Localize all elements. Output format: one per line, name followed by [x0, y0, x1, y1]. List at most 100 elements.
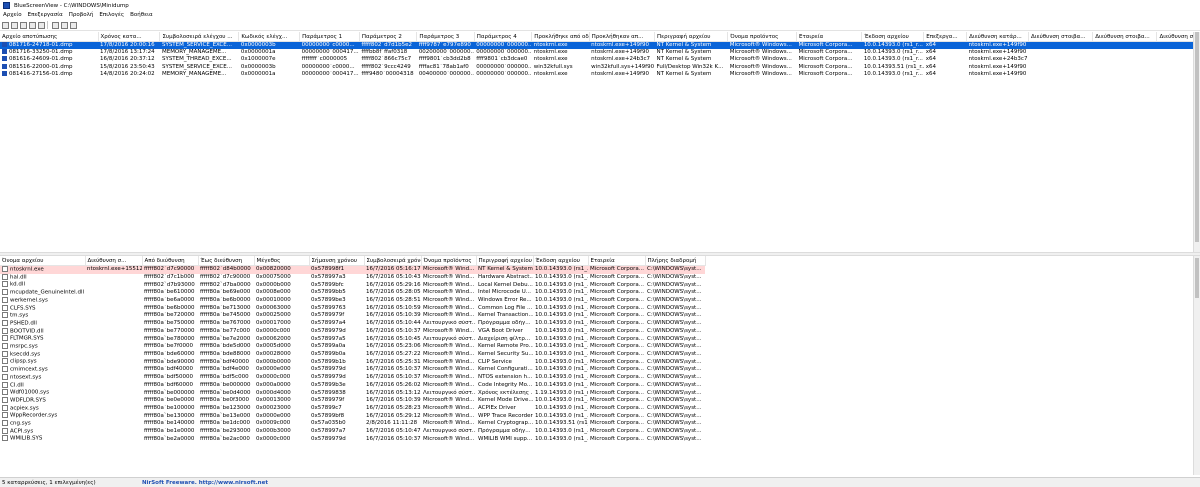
table-row[interactable]: kd.dll fffff802`d7b93000 fffff802`d7ba0000…	[0, 281, 705, 289]
table-row[interactable]: ksecdd.sys fffff80a`bde60000 fffff80a`bde8…	[0, 350, 705, 359]
column-header[interactable]: Εταιρεία	[588, 256, 646, 266]
table-row[interactable]: Wdf01000.sys fffff80a`be000000 fffff80a`be…	[0, 389, 705, 397]
table-cell-text: 081716-24718-01.dmp	[9, 42, 73, 48]
column-header[interactable]: Διεύθυνση στοιβα...	[1092, 32, 1158, 42]
column-header[interactable]: Πλήρης διαδρομή	[645, 256, 706, 266]
table-cell	[1157, 71, 1194, 78]
table-row[interactable]: WMILIB.SYS fffff80a`be2a0000 fffff80a`be2a…	[0, 435, 705, 443]
driver-list-scrollbar[interactable]	[1193, 256, 1200, 475]
menu-edit[interactable]: Επεξεργασία	[25, 12, 66, 18]
table-cell: x64	[925, 49, 937, 56]
column-header[interactable]: Αρχείο αποτύπωσης	[0, 32, 99, 42]
column-header[interactable]: Κωδικός ελέγχ...	[238, 32, 301, 42]
column-header[interactable]: Περιγραφή αρχείου	[476, 256, 534, 266]
table-cell-text: WDFLDR.SYS	[10, 397, 46, 404]
column-header[interactable]: Όνομα προϊόντος	[727, 32, 797, 42]
table-row[interactable]: 081716-24718-01.dmp 17/8/2016 20:00:16 SYS…	[0, 41, 1194, 50]
menu-file[interactable]: Αρχείο	[0, 12, 25, 18]
table-row[interactable]: PSHED.dll fffff80a`be750000 fffff80a`be767…	[0, 319, 705, 328]
column-header[interactable]: Προκλήθηκε από οδηγ...	[531, 32, 590, 42]
column-header[interactable]: Παράμετρος 2	[359, 32, 418, 42]
column-header[interactable]: Διεύθυνση στοιβα...	[1028, 32, 1094, 42]
table-cell-text: cng.sys	[10, 420, 31, 427]
menu-help[interactable]: Βοήθεια	[127, 12, 155, 18]
table-row[interactable]: BOOTVID.dll fffff80a`be770000 fffff80a`be7…	[0, 327, 705, 336]
table-row[interactable]: cng.sys fffff80a`be140000 fffff80a`be1dc00…	[0, 420, 705, 428]
table-row[interactable]: FLTMGR.SYS fffff80a`be780000 fffff80a`be7e…	[0, 335, 705, 343]
table-cell: 0x578997a5	[311, 335, 346, 342]
table-cell: clipsp.sys	[0, 358, 85, 366]
column-header[interactable]: Όνομα αρχείου	[0, 256, 86, 266]
column-header[interactable]: Παράμετρος 1	[299, 32, 360, 42]
table-row[interactable]: tm.sys fffff80a`be720000 fffff80a`be745000…	[0, 312, 705, 320]
column-header[interactable]: Διεύθυνση στοιβα...	[1156, 32, 1194, 42]
table-cell: Microsoft Corpora...	[590, 327, 644, 334]
crash-list-scroll-thumb[interactable]	[1195, 32, 1199, 242]
copy-icon[interactable]	[29, 21, 36, 29]
table-row[interactable]: ntoskrnl.exe ntoskrnl.exe+155129 fffff802`…	[0, 265, 705, 274]
table-cell	[85, 435, 142, 443]
table-cell: 0x57899be3	[311, 297, 346, 304]
table-cell	[85, 405, 142, 413]
table-cell: WDFLDR.SYS	[0, 396, 85, 405]
column-header[interactable]: Εταιρεία	[796, 32, 863, 42]
table-row[interactable]: cmimcext.sys fffff80a`bdf40000 fffff80a`bd…	[0, 366, 705, 374]
nirsoft-link[interactable]: NirSoft Freeware. http://www.nirsoft.net	[142, 480, 268, 486]
table-row[interactable]: werkernel.sys fffff80a`be6a0000 fffff80a`b…	[0, 296, 705, 305]
column-header[interactable]: Διεύθυνση σ...	[85, 256, 143, 266]
table-row[interactable]: CI.dll fffff80a`bdf60000 fffff80a`be000000…	[0, 381, 705, 390]
column-header[interactable]: Συμβολοσειρά χρόνου	[364, 256, 422, 266]
column-header[interactable]: Έκδοση αρχείου	[861, 32, 925, 42]
search-icon[interactable]	[61, 21, 68, 29]
crash-list[interactable]: Αρχείο αποτύπωσης Χρόνος κατα... Συμβολοσε…	[0, 32, 1194, 252]
column-header[interactable]: Χρόνος κατα...	[98, 32, 161, 42]
column-header[interactable]: Παράμετρος 3	[416, 32, 475, 42]
table-row[interactable]: ACPI.sys fffff80a`be1e0000 fffff80a`be2930…	[0, 427, 705, 436]
table-row[interactable]: msrpc.sys fffff80a`be7f0000 fffff80a`bde5d…	[0, 343, 705, 351]
driver-list[interactable]: Όνομα αρχείου Διεύθυνση σ... Από διεύθυνση…	[0, 256, 1194, 475]
column-header[interactable]: Διεύθυνση κατάρ...	[966, 32, 1030, 42]
table-row[interactable]: mcupdate_GenuineIntel.dll fffff80a`be6100…	[0, 289, 705, 297]
table-cell: fffff80a`bdf5c000	[200, 374, 249, 381]
exit-icon[interactable]	[70, 21, 77, 29]
dump-file-icon	[2, 63, 7, 69]
table-cell: C:\WINDOWS\syst...	[647, 381, 702, 388]
column-header[interactable]: Από διεύθυνση	[142, 256, 199, 266]
column-header[interactable]: Έκδοση αρχείου	[533, 256, 589, 266]
html-report-icon[interactable]	[52, 21, 59, 29]
table-row[interactable]: WDFLDR.SYS fffff80a`be0e0000 fffff80a`be0f…	[0, 396, 705, 405]
properties-icon[interactable]	[20, 21, 27, 29]
column-header[interactable]: Προκλήθηκαν απ...	[589, 32, 656, 42]
column-header[interactable]: Σήμανση χρόνου	[309, 256, 365, 266]
table-cell: 10.0.14393.0 (rs1_...	[535, 343, 588, 350]
driver-list-scroll-thumb[interactable]	[1195, 258, 1199, 298]
table-row[interactable]: 081416-27156-01.dmp 14/8/2016 20:24:02 MEM…	[0, 70, 1194, 78]
table-row[interactable]: 081716-33250-01.dmp 17/8/2016 13:17:24 MEM…	[0, 49, 1194, 56]
column-header[interactable]: Συμβολοσειρά ελέγχου ...	[159, 32, 240, 42]
table-row[interactable]: 081616-24609-01.dmp 16/8/2016 20:37:12 SYS…	[0, 56, 1194, 63]
column-header[interactable]: Επεξεργα...	[923, 32, 968, 42]
menu-options[interactable]: Επιλογές	[96, 12, 127, 18]
column-header[interactable]: Παράμετρος 4	[474, 32, 533, 42]
table-row[interactable]: clipsp.sys fffff80a`bde90000 fffff80a`bdf4…	[0, 358, 705, 366]
driver-file-icon	[2, 266, 8, 272]
crash-list-scrollbar[interactable]	[1193, 32, 1200, 252]
table-cell: 0x00013000	[256, 397, 291, 404]
table-row[interactable]: acpiex.sys fffff80a`be100000 fffff80a`be12…	[0, 404, 705, 413]
menu-view[interactable]: Προβολή	[66, 12, 97, 18]
table-cell: 10.0.14393.0 (rs1_...	[535, 428, 588, 435]
table-row[interactable]: hal.dll fffff802`d7c1b000 fffff802`d7c9000…	[0, 273, 705, 282]
table-row[interactable]: WppRecorder.sys fffff80a`be130000 fffff80a…	[0, 412, 705, 420]
table-row[interactable]: ntosext.sys fffff80a`bdf50000 fffff80a`bdf…	[0, 373, 705, 382]
table-cell: Microsoft® Windows...	[729, 56, 792, 63]
table-row[interactable]: 081516-22000-01.dmp 15/8/2016 23:50:43 SYS…	[0, 63, 1194, 71]
select-all-icon[interactable]	[38, 21, 45, 29]
column-header[interactable]: Όνομα προϊόντος	[421, 256, 477, 266]
table-row[interactable]: CLFS.SYS fffff80a`be6b0000 fffff80a`be7130…	[0, 304, 705, 313]
column-header[interactable]: Περιγραφή αρχείου	[654, 32, 729, 42]
column-header[interactable]: Έως διεύθυνση	[198, 256, 255, 266]
options-icon[interactable]	[2, 21, 9, 29]
table-cell: NT Kernel & System	[654, 41, 728, 50]
column-header[interactable]: Μέγεθος	[254, 256, 310, 266]
save-icon[interactable]	[11, 21, 18, 29]
